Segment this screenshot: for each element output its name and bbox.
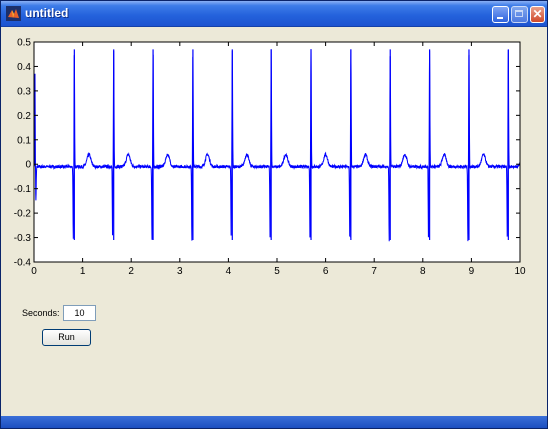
y-tick-label: 0.2 (17, 111, 31, 122)
y-tick-label: -0.1 (14, 184, 32, 195)
x-tick-label: 2 (128, 266, 134, 277)
y-tick-label: 0.5 (17, 38, 31, 49)
taskbar-strip (1, 416, 547, 428)
x-tick-label: 6 (323, 266, 329, 277)
y-tick-label: 0.3 (17, 86, 31, 97)
run-button[interactable]: Run (42, 329, 91, 346)
y-tick-label: -0.2 (14, 209, 32, 220)
x-tick-label: 4 (226, 266, 232, 277)
y-tick-label: -0.4 (14, 258, 32, 269)
y-tick-label: 0 (25, 160, 31, 171)
x-tick-label: 1 (80, 266, 86, 277)
seconds-label: Seconds: (22, 308, 60, 318)
y-tick-label: 0.4 (17, 62, 31, 73)
x-tick-label: 8 (420, 266, 426, 277)
x-tick-label: 9 (469, 266, 475, 277)
x-tick-label: 3 (177, 266, 183, 277)
plot-axes-background (34, 42, 520, 262)
x-tick-label: 0 (31, 266, 37, 277)
x-tick-label: 10 (514, 266, 526, 277)
seconds-input[interactable] (63, 305, 96, 321)
y-tick-label: -0.3 (14, 233, 32, 244)
x-tick-label: 5 (274, 266, 280, 277)
x-tick-label: 7 (371, 266, 377, 277)
app-window: untitled ✕ 0 1 2 3 4 5 6 7 8 9 10 0.5 0.4 0.3 0.2 0.1 0-… (0, 0, 548, 429)
y-tick-label: 0.1 (17, 135, 31, 146)
ecg-plot: 0 1 2 3 4 5 6 7 8 9 10 0.5 0.4 0.3 0.2 0.1 0 -0.1 -0.2 -0.3… (14, 38, 526, 278)
